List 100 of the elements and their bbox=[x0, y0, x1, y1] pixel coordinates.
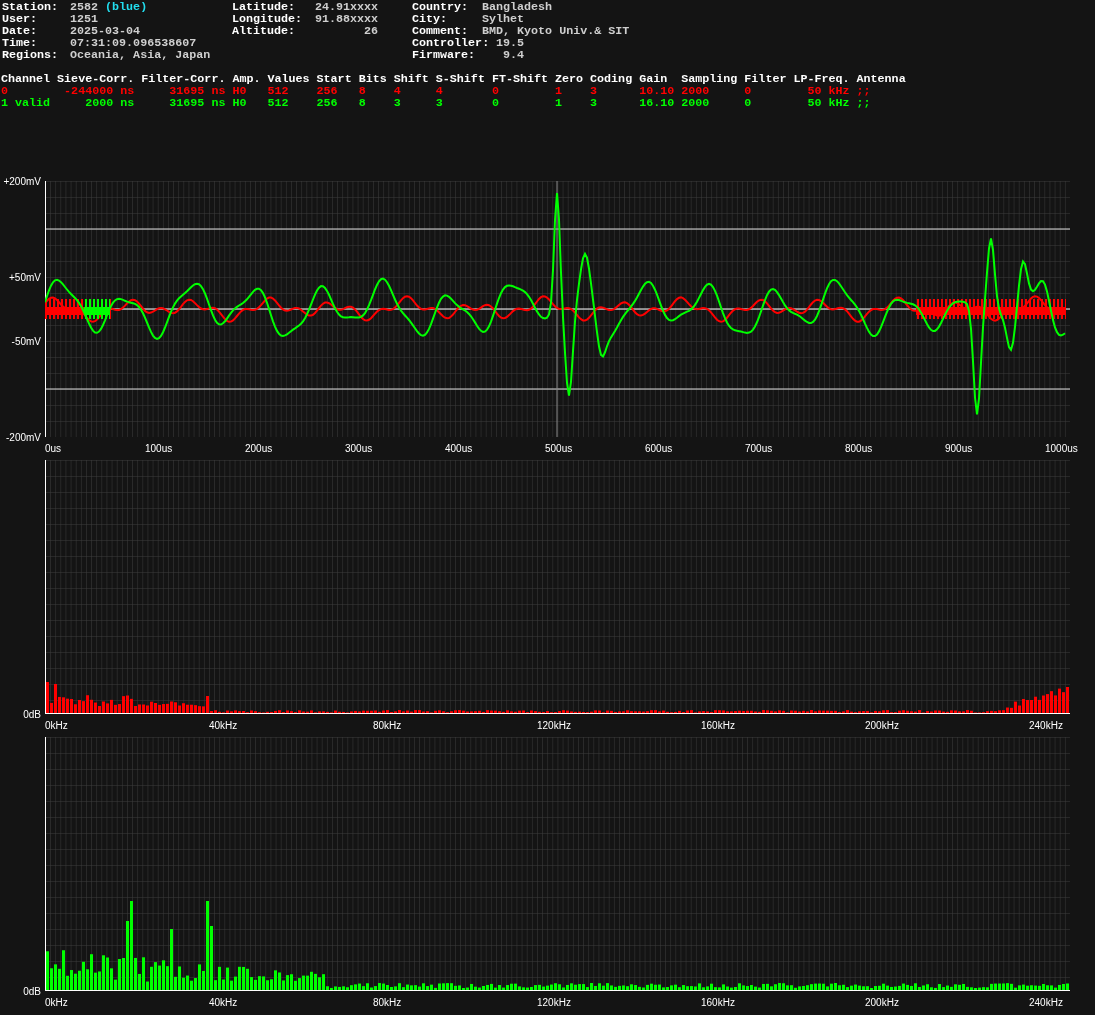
info-value: 2025-03-04 bbox=[70, 25, 141, 37]
axis-label: 200us bbox=[245, 443, 273, 454]
table-cell-text: 1 bbox=[555, 85, 563, 97]
info-label: Firmware: bbox=[412, 49, 477, 61]
axis-label: 160kHz bbox=[701, 720, 735, 731]
table-cell-text: 3 bbox=[393, 97, 402, 109]
axis-label: 240kHz bbox=[1029, 720, 1063, 731]
column-header: Start bbox=[316, 73, 353, 85]
info-label: Longitude: bbox=[232, 13, 304, 25]
column-header: Amp. bbox=[232, 73, 262, 85]
table-cell-text: 31695 ns bbox=[168, 85, 227, 97]
info-label: Altitude: bbox=[232, 25, 297, 37]
table-cell-text: ;; bbox=[856, 85, 872, 97]
table-cell-text: 4 bbox=[393, 85, 402, 97]
axis-label: 200kHz bbox=[865, 720, 899, 731]
column-header: Zero bbox=[555, 73, 585, 85]
column-header: Sieve-Corr. bbox=[57, 73, 136, 85]
info-value: 19.5 bbox=[495, 37, 524, 49]
table-cell-text: 0 bbox=[1, 85, 9, 97]
axis-label: +200mV bbox=[3, 175, 41, 187]
column-header: Bits bbox=[358, 73, 388, 85]
table-cell-text: 4 bbox=[435, 85, 444, 97]
column-header: Gain bbox=[639, 73, 669, 85]
info-value: 9.4 bbox=[502, 49, 524, 61]
info-label: Time: bbox=[2, 37, 39, 49]
table-cell-text: 0 bbox=[491, 85, 500, 97]
column-header: Filter bbox=[744, 73, 788, 85]
axis-label: 800us bbox=[845, 443, 873, 454]
table-cell-text: 2000 ns bbox=[84, 97, 136, 109]
info-value: 1251 bbox=[70, 13, 99, 25]
table-cell-text: 8 bbox=[358, 97, 367, 109]
column-header: S-Shift bbox=[435, 73, 486, 85]
table-cell-text: 3 bbox=[590, 97, 599, 109]
info-label: City: bbox=[412, 13, 449, 25]
info-tag: (blue) bbox=[105, 1, 148, 13]
axis-label: 900us bbox=[945, 443, 973, 454]
axis-label: 1000us bbox=[1045, 443, 1078, 454]
column-header: Sampling bbox=[681, 73, 739, 85]
table-cell-text: 50 kHz bbox=[806, 97, 851, 109]
table-cell-text: 0 bbox=[744, 85, 753, 97]
axis-label: 0kHz bbox=[45, 997, 68, 1008]
table-cell-text: -244000 ns bbox=[63, 85, 136, 97]
axis-label: 0us bbox=[45, 443, 62, 454]
axis-label: 0dB bbox=[23, 708, 41, 720]
table-cell-text: ;; bbox=[856, 97, 872, 109]
table-cell-text: 10.10 bbox=[639, 85, 676, 97]
info-value: Bangladesh bbox=[482, 1, 553, 13]
table-cell-text: 0 bbox=[744, 97, 753, 109]
table-cell-text: 256 bbox=[316, 97, 339, 109]
table-cell-text: 3 bbox=[435, 97, 444, 109]
axis-label: 0kHz bbox=[45, 720, 68, 731]
info-label: Station: bbox=[2, 1, 60, 13]
info-label: Controller: bbox=[412, 37, 490, 49]
info-value: BMD, Kyoto Univ.& SIT bbox=[482, 25, 630, 37]
info-value: 24.91xxxx bbox=[314, 1, 378, 13]
column-header: FT-Shift bbox=[491, 73, 549, 85]
axis-label: 700us bbox=[745, 443, 773, 454]
table-cell-text: 0 bbox=[491, 97, 500, 109]
table-cell-text: 2000 bbox=[681, 97, 711, 109]
info-value: 2582 bbox=[70, 1, 99, 13]
info-value: 26 bbox=[363, 25, 378, 37]
table-cell-text: 1 valid bbox=[1, 97, 52, 109]
table-cell-text: H0 bbox=[232, 97, 248, 109]
info-value: 07:31:09.096538607 bbox=[70, 37, 197, 49]
axis-label: +50mV bbox=[9, 271, 41, 283]
table-cell-text: 31695 ns bbox=[168, 97, 227, 109]
column-header: Values bbox=[267, 73, 311, 85]
column-header: LP-Freq. bbox=[793, 73, 851, 85]
axis-label: -50mV bbox=[11, 335, 41, 347]
table-cell-text: 16.10 bbox=[639, 97, 676, 109]
table-cell-text: 3 bbox=[590, 85, 599, 97]
table-cell-text: 256 bbox=[316, 85, 339, 97]
axis-label: 120kHz bbox=[537, 997, 571, 1008]
column-header: Antenna bbox=[856, 73, 906, 85]
column-header: Shift bbox=[393, 73, 430, 85]
column-header: Filter-Corr. bbox=[141, 73, 227, 85]
table-cell-text: 512 bbox=[267, 85, 290, 97]
axis-label: 40kHz bbox=[209, 720, 238, 731]
info-value: Oceania, Asia, Japan bbox=[70, 49, 211, 61]
table-cell-text: 512 bbox=[267, 97, 290, 109]
axis-label: 300us bbox=[345, 443, 373, 454]
axis-label: 80kHz bbox=[373, 997, 402, 1008]
info-value: 91.88xxxx bbox=[314, 13, 378, 25]
info-value: Sylhet bbox=[482, 13, 525, 25]
table-cell-text: 2000 bbox=[681, 85, 711, 97]
axis-label: 40kHz bbox=[209, 997, 238, 1008]
info-label: User: bbox=[2, 13, 39, 25]
info-label: Latitude: bbox=[232, 1, 297, 13]
axis-label: 120kHz bbox=[537, 720, 571, 731]
axis-label: -200mV bbox=[6, 431, 41, 443]
table-cell-text: 50 kHz bbox=[806, 85, 851, 97]
info-label: Comment: bbox=[412, 25, 470, 37]
table-cell-text: H0 bbox=[232, 85, 248, 97]
axis-label: 600us bbox=[645, 443, 673, 454]
column-header: Channel bbox=[1, 73, 52, 85]
axis-label: 0dB bbox=[23, 985, 41, 997]
info-label: Country: bbox=[412, 1, 470, 13]
axis-label: 80kHz bbox=[373, 720, 402, 731]
info-label: Date: bbox=[2, 25, 39, 37]
table-cell-text: 1 bbox=[555, 97, 563, 109]
